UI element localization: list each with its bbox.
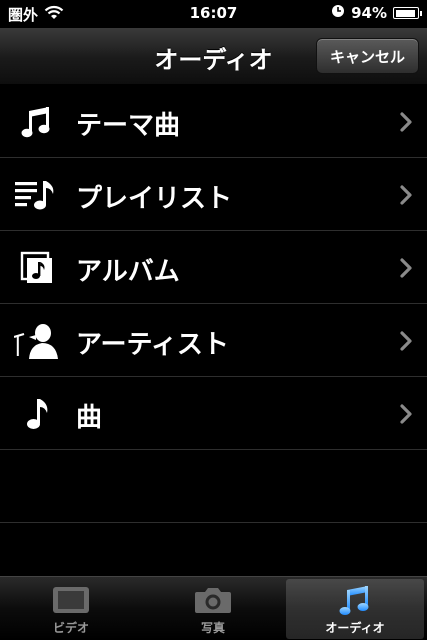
list-item-label: アルバム: [76, 257, 180, 287]
audio-list: テーマ曲 プレイリスト アルバム アーティスト 曲: [0, 85, 427, 523]
cancel-button[interactable]: キャンセル: [316, 38, 419, 74]
album-icon: [14, 249, 60, 287]
list-item-theme-songs[interactable]: テーマ曲: [0, 85, 427, 158]
camera-icon: [144, 585, 282, 615]
chevron-right-icon: [400, 258, 412, 278]
chevron-right-icon: [400, 185, 412, 205]
clock-lock-icon: [331, 4, 345, 22]
tab-label: 写真: [200, 621, 225, 635]
nav-bar: オーディオ キャンセル: [0, 28, 427, 85]
battery-icon: [393, 7, 422, 19]
battery-percent: 94%: [351, 4, 387, 22]
empty-row: [0, 450, 427, 523]
list-item-label: 曲: [76, 403, 103, 433]
status-right: 94%: [331, 4, 422, 22]
list-item-label: アーティスト: [76, 330, 229, 360]
double-note-icon: [14, 103, 60, 141]
music-icon: [286, 585, 424, 617]
note-icon: [14, 395, 60, 433]
tab-label: ビデオ: [52, 621, 89, 635]
chevron-right-icon: [400, 112, 412, 132]
video-icon: [2, 585, 140, 615]
list-item-songs[interactable]: 曲: [0, 377, 427, 450]
playlist-icon: [14, 176, 60, 214]
tab-audio[interactable]: オーディオ: [286, 579, 424, 639]
tab-bar: ビデオ 写真 オーディオ: [0, 576, 427, 640]
battery-fill: [395, 9, 416, 17]
chevron-right-icon: [400, 331, 412, 351]
chevron-right-icon: [400, 404, 412, 424]
list-item-artists[interactable]: アーティスト: [0, 304, 427, 377]
list-item-label: テーマ曲: [76, 111, 181, 141]
artist-icon: [14, 322, 60, 360]
tab-photos[interactable]: 写真: [144, 579, 282, 639]
list-item-playlists[interactable]: プレイリスト: [0, 158, 427, 231]
tab-label: オーディオ: [325, 621, 385, 635]
status-bar: 圏外 16:07 94%: [0, 0, 427, 28]
list-item-label: プレイリスト: [76, 184, 233, 214]
list-item-albums[interactable]: アルバム: [0, 231, 427, 304]
tab-video[interactable]: ビデオ: [2, 579, 140, 639]
